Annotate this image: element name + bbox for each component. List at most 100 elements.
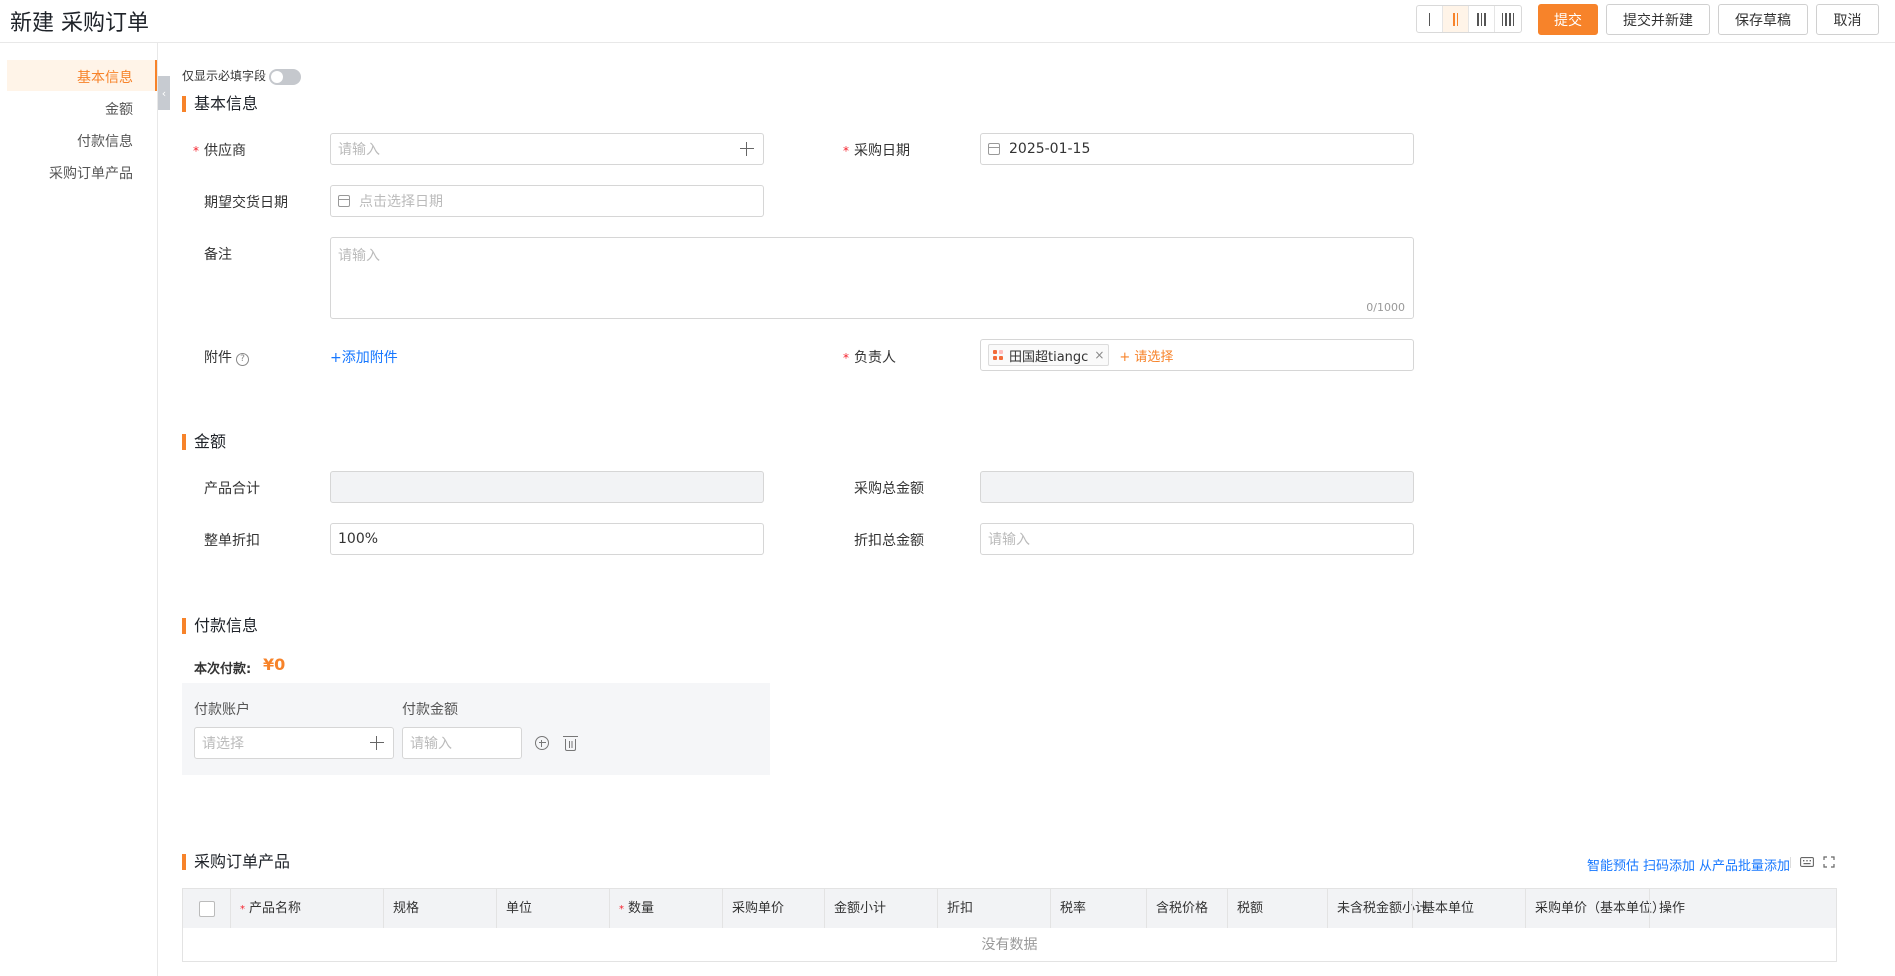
- column-header-label: 采购单价（基本单位）: [1535, 901, 1666, 916]
- this-payment-label: 本次付款:: [194, 662, 252, 677]
- purchase-date-input[interactable]: 2025-01-15: [980, 133, 1414, 165]
- owner-tag: 田国超tiangc ×: [988, 344, 1110, 366]
- fullscreen-icon[interactable]: [1822, 856, 1836, 868]
- discount-label: 整单折扣: [204, 533, 260, 549]
- empty-table-message: 没有数据: [981, 937, 1038, 953]
- column-header-label: 规格: [393, 901, 420, 916]
- nav-item-payment-info[interactable]: 付款信息: [77, 131, 133, 151]
- scan-add-link[interactable]: 扫码添加: [1643, 855, 1695, 874]
- section-title-basic-info: 基本信息: [182, 94, 258, 114]
- remove-owner-icon[interactable]: ×: [1094, 348, 1104, 362]
- column-header[interactable]: * 产品名称: [230, 889, 301, 928]
- required-mark: *: [843, 351, 849, 365]
- required-only-toggle-label: 仅显示必填字段: [182, 69, 267, 83]
- column-header-label: 采购单价: [732, 901, 785, 916]
- product-total-field: [330, 471, 764, 503]
- save-draft-button[interactable]: 保存草稿: [1718, 4, 1808, 35]
- keyboard-icon[interactable]: [1800, 856, 1814, 868]
- delivery-date-placeholder: 点击选择日期: [359, 194, 443, 210]
- product-total-label: 产品合计: [204, 481, 260, 497]
- payment-account-label: 付款账户: [194, 702, 250, 718]
- column-header[interactable]: 折扣: [937, 889, 973, 928]
- section-title-payment-info: 付款信息: [182, 616, 258, 636]
- purchase-total-field: [980, 471, 1414, 503]
- column-header-label: 数量: [628, 901, 655, 916]
- section-title-amount: 金额: [182, 432, 226, 452]
- column-header[interactable]: 规格: [383, 889, 419, 928]
- column-header[interactable]: 金额小计: [824, 889, 886, 928]
- column-header[interactable]: 税额: [1227, 889, 1263, 928]
- select-all-checkbox[interactable]: [199, 901, 215, 917]
- submit-and-new-button[interactable]: 提交并新建: [1606, 4, 1710, 35]
- nav-item-order-products[interactable]: 采购订单产品: [49, 163, 133, 183]
- payment-amount-label: 付款金额: [402, 702, 458, 718]
- four-column-button[interactable]: [1495, 6, 1521, 32]
- discount-total-placeholder: 请输入: [988, 532, 1030, 548]
- required-mark: *: [619, 904, 624, 915]
- collapse-sidebar-button[interactable]: ‹: [158, 76, 170, 110]
- one-column-button[interactable]: [1417, 6, 1443, 32]
- delete-payment-row-icon[interactable]: [563, 736, 578, 751]
- delivery-date-label: 期望交货日期: [204, 195, 288, 211]
- remark-char-counter: 0/1000: [1366, 301, 1405, 314]
- payment-account-select[interactable]: 请选择: [194, 727, 394, 759]
- owner-select[interactable]: 田国超tiangc × + 请选择: [980, 339, 1414, 371]
- nav-item-amount[interactable]: 金额: [105, 99, 133, 119]
- help-icon[interactable]: ?: [236, 353, 249, 366]
- column-header-label: 税额: [1237, 901, 1264, 916]
- two-column-button[interactable]: [1443, 6, 1469, 32]
- section-nav: 基本信息 金额 付款信息 采购订单产品: [0, 43, 158, 976]
- calendar-icon: [338, 195, 350, 207]
- column-header[interactable]: 税率: [1050, 889, 1086, 928]
- required-only-toggle[interactable]: [269, 69, 301, 85]
- add-account-icon[interactable]: [369, 735, 385, 751]
- three-column-button[interactable]: [1469, 6, 1495, 32]
- user-avatar-icon: [993, 350, 1003, 360]
- column-header-label: 折扣: [947, 901, 974, 916]
- add-owner-link[interactable]: + 请选择: [1119, 346, 1173, 365]
- submit-button[interactable]: 提交: [1538, 4, 1598, 35]
- header-bar: 新建 采购订单 提交 提交并新建 保存草稿 取消: [0, 0, 1895, 43]
- column-header[interactable]: 采购单价（基本单位）: [1525, 889, 1665, 928]
- purchase-date-label: 采购日期: [854, 143, 910, 159]
- discount-input[interactable]: 100%: [330, 523, 764, 555]
- payment-amount-placeholder: 请输入: [410, 736, 452, 752]
- purchase-total-label: 采购总金额: [854, 481, 924, 497]
- discount-value: 100%: [338, 531, 379, 547]
- smart-estimate-link[interactable]: 智能预估: [1587, 855, 1639, 874]
- discount-total-input[interactable]: 请输入: [980, 523, 1414, 555]
- column-header[interactable]: 操作: [1649, 889, 1685, 928]
- delivery-date-input[interactable]: 点击选择日期: [330, 185, 764, 217]
- section-title-order-products: 采购订单产品: [182, 852, 290, 872]
- one-column-icon: [1428, 12, 1431, 26]
- supplier-label: 供应商: [204, 143, 246, 159]
- required-mark: *: [193, 144, 199, 158]
- toolbar-divider: [1790, 857, 1791, 868]
- column-header-label: 操作: [1659, 901, 1686, 916]
- column-header[interactable]: 采购单价: [722, 889, 784, 928]
- column-header-label: 基本单位: [1422, 901, 1475, 916]
- column-layout-switch: [1416, 5, 1522, 33]
- add-payment-row-icon[interactable]: [535, 736, 549, 750]
- add-attachment-link[interactable]: +添加附件: [330, 347, 398, 367]
- cancel-button[interactable]: 取消: [1816, 4, 1879, 35]
- supplier-input[interactable]: 请输入: [330, 133, 764, 165]
- column-header-label: 税率: [1060, 901, 1087, 916]
- discount-total-label: 折扣总金额: [854, 533, 924, 549]
- nav-item-basic-info[interactable]: 基本信息: [77, 67, 133, 87]
- column-header[interactable]: * 数量: [609, 889, 654, 928]
- payment-amount-input[interactable]: 请输入: [402, 727, 522, 759]
- supplier-placeholder: 请输入: [338, 142, 380, 158]
- remark-textarea[interactable]: 请输入 0/1000: [330, 237, 1414, 319]
- four-column-icon: [1501, 12, 1515, 26]
- chevron-left-icon: ‹: [161, 86, 167, 100]
- column-header[interactable]: 单位: [496, 889, 532, 928]
- attachment-label: 附件?: [204, 347, 249, 367]
- products-table-header: * 产品名称 规格 单位 * 数量 采购单价 金额小计 折扣 税率 含税价格 税额 未含税金额小计 基本单…: [183, 889, 1836, 928]
- this-payment-value: ¥0: [263, 655, 286, 674]
- column-header[interactable]: 含税价格: [1146, 889, 1208, 928]
- column-header[interactable]: 基本单位: [1412, 889, 1474, 928]
- required-mark: *: [240, 904, 245, 915]
- add-supplier-icon[interactable]: [739, 141, 755, 157]
- batch-add-link[interactable]: 从产品批量添加: [1699, 855, 1790, 874]
